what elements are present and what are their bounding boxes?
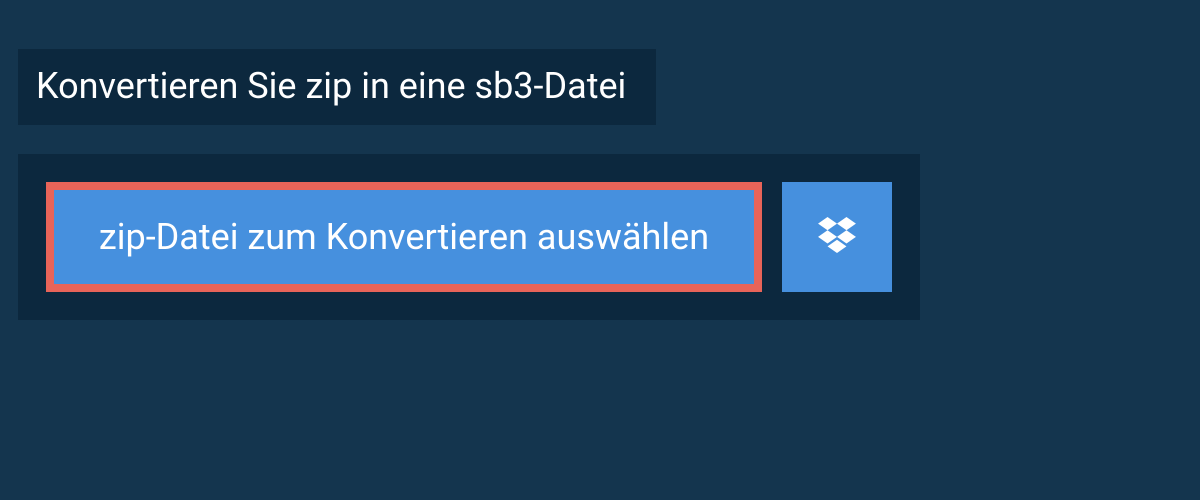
converter-panel: zip-Datei zum Konvertieren auswählen bbox=[18, 154, 920, 320]
page-title: Konvertieren Sie zip in eine sb3-Datei bbox=[36, 65, 626, 107]
select-file-button-label: zip-Datei zum Konvertieren auswählen bbox=[99, 216, 709, 258]
page-title-bar: Konvertieren Sie zip in eine sb3-Datei bbox=[18, 49, 656, 125]
select-file-button[interactable]: zip-Datei zum Konvertieren auswählen bbox=[46, 182, 762, 292]
dropbox-icon bbox=[818, 217, 856, 257]
dropbox-button[interactable] bbox=[782, 182, 892, 292]
